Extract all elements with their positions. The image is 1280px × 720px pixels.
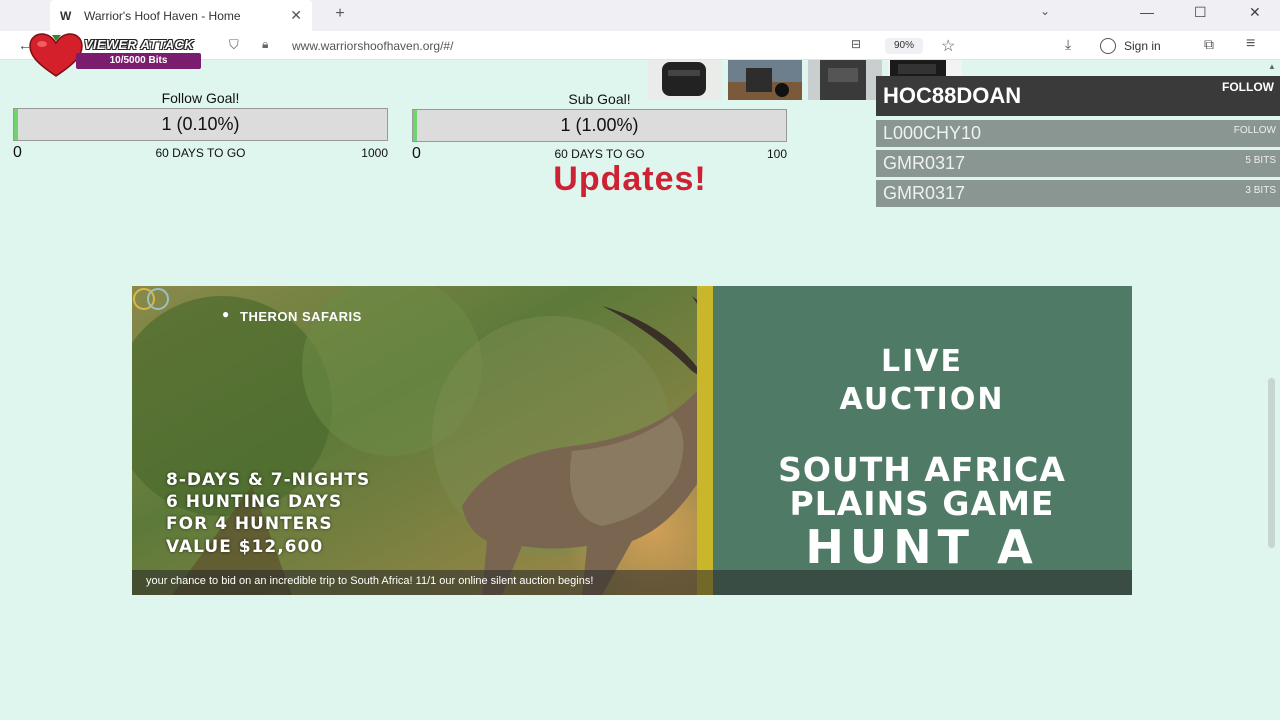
- close-window-button[interactable]: ✕: [1249, 4, 1261, 21]
- viewer-attack-title: VIEWER ATTACK: [84, 37, 194, 52]
- site-favicon-icon: W: [60, 8, 72, 23]
- page-content: Follow Goal! 1 (0.10%) 0 60 DAYS TO GO 1…: [0, 60, 1280, 720]
- banner-detail-line: VALUE $12,600: [166, 537, 324, 557]
- maximize-button[interactable]: ☐: [1194, 4, 1207, 21]
- event-list-latest: HOC88DOAN FOLLOW: [876, 76, 1280, 116]
- sign-in-button[interactable]: Sign in: [1100, 36, 1161, 56]
- lock-icon[interactable]: 🔒︎: [262, 37, 268, 52]
- updates-heading: Updates!: [553, 160, 707, 198]
- sub-goal-label: Sub Goal!: [568, 91, 631, 107]
- hamburger-menu-icon[interactable]: ≡: [1246, 35, 1255, 53]
- sign-in-label: Sign in: [1124, 39, 1161, 53]
- banner-detail-line: 8-DAYS & 7-NIGHTS: [166, 470, 371, 490]
- location-pin-icon: ●: [222, 307, 230, 321]
- reader-view-icon[interactable]: ⊟: [851, 37, 861, 51]
- scroll-up-arrow-icon[interactable]: ▲: [1268, 62, 1276, 71]
- event-list-item: GMR0317 5 BITS: [876, 150, 1280, 177]
- banner-detail-line: FOR 4 HUNTERS: [166, 514, 333, 534]
- auction-banner[interactable]: ● THERON SAFARIS 8-DAYS & 7-NIGHTS 6 HUN…: [132, 286, 1132, 595]
- account-icon: [1100, 38, 1116, 54]
- banner-brand: THERON SAFARIS: [240, 309, 362, 324]
- banner-live: LIVE: [881, 344, 963, 379]
- event-username: L000CHY10: [883, 123, 982, 143]
- sub-goal-max: 100: [766, 147, 787, 161]
- scrollbar-thumb[interactable]: [1268, 378, 1275, 548]
- extensions-icon[interactable]: ⧉: [1204, 36, 1214, 53]
- bookmark-star-icon[interactable]: ☆: [941, 36, 955, 56]
- list-tabs-chevron-icon[interactable]: ⌄: [1040, 4, 1050, 18]
- sub-goal-days-left: 60 DAYS TO GO: [554, 147, 645, 161]
- follow-goal-progress-bar: 1 (0.10%): [13, 108, 388, 141]
- browser-tab[interactable]: W Warrior's Hoof Haven - Home ✕: [50, 0, 312, 31]
- follow-goal-max: 1000: [361, 146, 388, 160]
- event-username: HOC88DOAN: [883, 83, 1022, 108]
- new-tab-button[interactable]: +: [330, 5, 350, 25]
- banner-auction: AUCTION: [839, 382, 1005, 417]
- banner-headline-2: PLAINS GAME: [789, 484, 1055, 523]
- follow-goal-value: 1 (0.10%): [161, 114, 240, 134]
- banner-caption: your chance to bid on an incredible trip…: [132, 570, 1132, 595]
- banner-headline-3: HUNT A: [805, 520, 1039, 574]
- page-scrollbar[interactable]: ▲: [1263, 60, 1280, 720]
- thumbnail-image: [808, 60, 882, 100]
- event-list-item: GMR0317 3 BITS: [876, 180, 1280, 207]
- browser-tab-bar: W Warrior's Hoof Haven - Home ✕ + ⌄ — ☐ …: [0, 0, 1280, 31]
- address-bar[interactable]: www.warriorshoofhaven.org/#/: [292, 39, 453, 53]
- banner-detail-line: 6 HUNTING DAYS: [166, 492, 343, 512]
- minimize-button[interactable]: —: [1140, 4, 1154, 20]
- sub-goal-value: 1 (1.00%): [560, 115, 639, 135]
- zoom-level[interactable]: 90%: [885, 38, 923, 54]
- downloads-icon[interactable]: ⤓: [1065, 36, 1071, 53]
- event-username: GMR0317: [883, 183, 966, 203]
- tracking-protection-shield-icon[interactable]: ⛉: [229, 37, 239, 53]
- follow-goal-days-left: 60 DAYS TO GO: [155, 146, 246, 160]
- theron-safaris-logo-icon: [133, 288, 169, 310]
- tab-title: Warrior's Hoof Haven - Home: [84, 8, 241, 23]
- banner-caption-text: your chance to bid on an incredible trip…: [146, 575, 594, 587]
- close-tab-icon[interactable]: ✕: [290, 7, 302, 24]
- event-list-item: L000CHY10 FOLLOW: [876, 120, 1280, 147]
- event-username: GMR0317: [883, 153, 966, 173]
- sub-goal-progress-bar: 1 (1.00%): [412, 109, 787, 142]
- viewer-attack-widget: VIEWER ATTACK 10/5000 Bits: [28, 32, 208, 78]
- follow-goal-label: Follow Goal!: [161, 90, 240, 106]
- viewer-attack-bits: 10/5000 Bits: [76, 53, 201, 69]
